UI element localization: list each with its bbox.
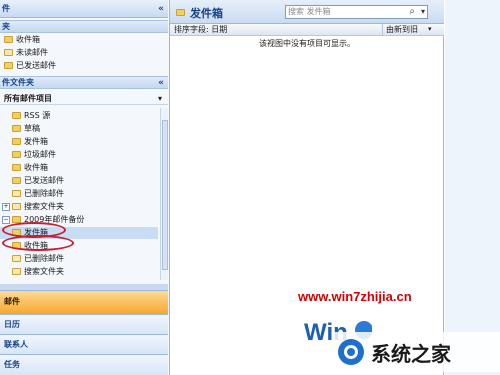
favorites-section-label: 夹 bbox=[2, 22, 10, 31]
folder-title-bar: 发件箱 搜索 发件箱 ⌕ ▾ bbox=[170, 0, 444, 24]
collapse-tree-icon[interactable]: − bbox=[2, 215, 10, 224]
contacts-button[interactable]: 联系人 bbox=[0, 334, 168, 354]
column-header: 排序字段: 日期 由新到旧 ▾ bbox=[170, 24, 444, 36]
folder-icon bbox=[4, 62, 13, 69]
tree-item-drafts[interactable]: 草稿 bbox=[0, 123, 40, 135]
search-placeholder: 搜索 发件箱 bbox=[288, 7, 331, 16]
tree-item-label: 发件箱 bbox=[24, 137, 48, 146]
nav-pane-header: 件 « bbox=[0, 0, 168, 18]
scrollbar-thumb[interactable] bbox=[162, 120, 168, 270]
folder-icon bbox=[12, 125, 21, 132]
brand-logo-icon bbox=[338, 339, 364, 365]
folder-title: 发件箱 bbox=[190, 7, 223, 20]
reading-pane-strip bbox=[445, 0, 500, 375]
rss-folder-icon bbox=[12, 112, 21, 119]
search-folder-icon bbox=[4, 49, 13, 56]
expand-icon[interactable]: + bbox=[2, 202, 10, 211]
navigation-pane: 件 « 夹 收件箱 未读邮件 已发送邮件 件文件夹 « 所有邮件项目 ▾ RSS… bbox=[0, 0, 170, 375]
tree-item-sent[interactable]: 已发送邮件 bbox=[0, 175, 64, 187]
nav-scrollbar[interactable] bbox=[160, 108, 168, 280]
favorites-section-header[interactable]: 夹 bbox=[0, 20, 168, 33]
contacts-button-label: 联系人 bbox=[4, 340, 28, 349]
mail-button-label: 邮件 bbox=[4, 297, 20, 306]
calendar-button-label: 日历 bbox=[4, 320, 20, 329]
highlight-ring bbox=[2, 235, 74, 251]
brand-badge: 系统之家 bbox=[333, 332, 500, 372]
brand-name: 系统之家 bbox=[371, 342, 451, 366]
folder-icon bbox=[12, 138, 21, 145]
fav-item-inbox[interactable]: 收件箱 bbox=[0, 34, 40, 46]
sort-field-header[interactable]: 排序字段: 日期 bbox=[174, 24, 227, 35]
collapse-icon[interactable]: « bbox=[158, 77, 164, 89]
tree-item-label: 收件箱 bbox=[24, 163, 48, 172]
sort-order-header[interactable]: 由新到旧 bbox=[386, 24, 418, 35]
folder-icon bbox=[12, 151, 21, 158]
fav-item-label: 收件箱 bbox=[16, 35, 40, 44]
tree-item-label: 已发送邮件 bbox=[24, 176, 64, 185]
fav-item-sent[interactable]: 已发送邮件 bbox=[0, 60, 56, 72]
folder-icon bbox=[12, 177, 21, 184]
tree-item-label: 草稿 bbox=[24, 124, 40, 133]
folder-icon bbox=[12, 164, 21, 171]
recycle-folder-icon bbox=[12, 255, 21, 262]
message-list-pane: 发件箱 搜索 发件箱 ⌕ ▾ 排序字段: 日期 由新到旧 ▾ 该视图中没有项目可… bbox=[170, 0, 444, 375]
column-divider bbox=[382, 24, 383, 35]
tree-item-junk[interactable]: 垃圾邮件 bbox=[0, 149, 56, 161]
mail-folders-section-label: 件文件夹 bbox=[2, 78, 34, 87]
search-folder-icon bbox=[12, 268, 21, 275]
tree-item-search-folders[interactable]: + 搜索文件夹 bbox=[0, 201, 64, 213]
backup-item-deleted[interactable]: 已删除邮件 bbox=[0, 253, 64, 265]
tree-item-deleted[interactable]: 已删除邮件 bbox=[0, 188, 64, 200]
tasks-button[interactable]: 任务 bbox=[0, 354, 168, 375]
fav-item-label: 未读邮件 bbox=[16, 48, 48, 57]
tree-item-rss[interactable]: RSS 源 bbox=[0, 110, 50, 122]
search-options-chevron-icon[interactable]: ▾ bbox=[421, 6, 425, 18]
tree-item-label: 已删除邮件 bbox=[24, 254, 64, 263]
search-input[interactable]: 搜索 发件箱 ⌕ ▾ bbox=[285, 5, 428, 19]
calendar-button[interactable]: 日历 bbox=[0, 314, 168, 334]
tree-item-outbox[interactable]: 发件箱 bbox=[0, 136, 48, 148]
folder-icon bbox=[4, 36, 13, 43]
backup-item-search-folders[interactable]: 搜索文件夹 bbox=[0, 266, 64, 278]
all-mail-items-label: 所有邮件项目 bbox=[4, 94, 52, 103]
collapse-icon[interactable]: « bbox=[158, 0, 164, 18]
search-icon[interactable]: ⌕ bbox=[409, 6, 415, 18]
tree-item-label: RSS 源 bbox=[24, 111, 51, 120]
tree-item-inbox[interactable]: 收件箱 bbox=[0, 162, 48, 174]
mail-button[interactable]: 邮件 bbox=[0, 290, 168, 314]
tree-item-label: 已删除邮件 bbox=[24, 189, 64, 198]
chevron-down-icon: ▾ bbox=[157, 94, 162, 103]
tasks-button-label: 任务 bbox=[4, 360, 20, 369]
fav-item-label: 已发送邮件 bbox=[16, 61, 56, 70]
folder-icon bbox=[176, 8, 188, 17]
tree-item-label: 搜索文件夹 bbox=[24, 267, 64, 276]
nav-pane-title: 件 bbox=[2, 4, 10, 13]
search-folder-icon bbox=[12, 203, 21, 210]
watermark-url: www.win7zhijia.cn bbox=[298, 289, 412, 304]
all-mail-items-dropdown[interactable]: 所有邮件项目 ▾ bbox=[0, 93, 168, 105]
recycle-folder-icon bbox=[12, 190, 21, 197]
fav-item-unread[interactable]: 未读邮件 bbox=[0, 47, 48, 59]
empty-view-message: 该视图中没有项目可显示。 bbox=[259, 39, 355, 48]
sort-order-chevron-icon[interactable]: ▾ bbox=[428, 24, 432, 35]
mail-folders-section-header[interactable]: 件文件夹 « bbox=[0, 76, 168, 89]
tree-item-label: 搜索文件夹 bbox=[24, 202, 64, 211]
tree-item-label: 垃圾邮件 bbox=[24, 150, 56, 159]
